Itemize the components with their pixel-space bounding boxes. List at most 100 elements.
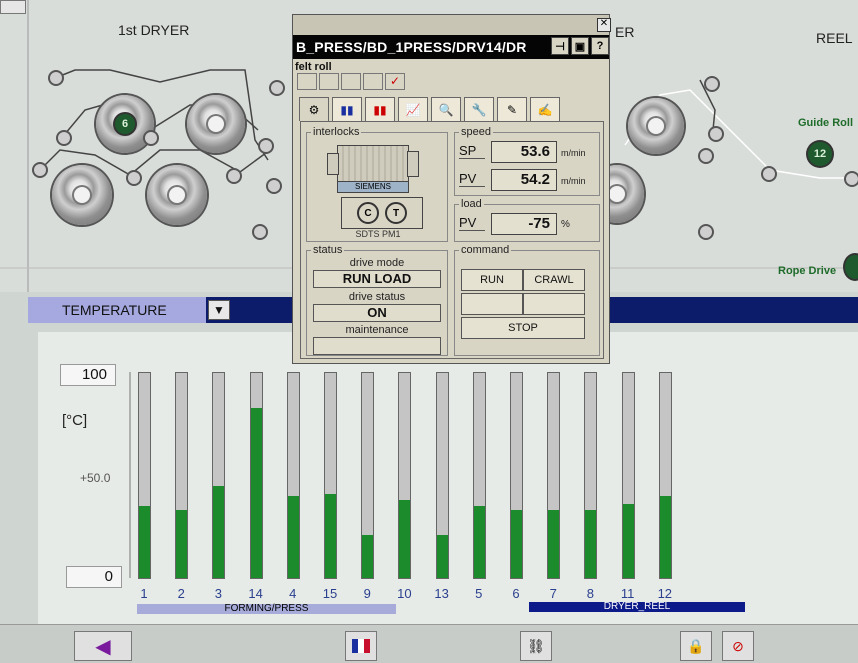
drive-status-label: drive status bbox=[348, 291, 406, 303]
temperature-bar[interactable] bbox=[547, 372, 561, 579]
felt-roll bbox=[268, 180, 280, 192]
felt-roll-slot bbox=[319, 73, 339, 90]
lock-button[interactable]: 🔒 bbox=[680, 631, 712, 661]
temperature-bar[interactable] bbox=[138, 372, 151, 579]
temperature-bar-fill bbox=[436, 534, 448, 578]
dropdown-arrow-icon[interactable]: ▼ bbox=[208, 300, 230, 320]
temperature-selector[interactable]: TEMPERATURE bbox=[28, 297, 206, 323]
unlock-disabled-icon: ⊘ bbox=[732, 637, 744, 654]
temperature-bar-fill bbox=[511, 510, 522, 578]
temperature-bar-fill bbox=[659, 496, 671, 578]
help-icon[interactable]: ? bbox=[591, 37, 609, 55]
x-tick-label: 6 bbox=[512, 586, 520, 601]
felt-roll bbox=[763, 168, 775, 180]
tab-overview-icon[interactable]: ⚙ bbox=[299, 97, 329, 121]
network-button[interactable]: ⛓ bbox=[520, 631, 552, 661]
temperature-bar-fill bbox=[176, 510, 188, 578]
network-icon: ⛓ bbox=[527, 637, 545, 654]
interlocks-label: interlocks bbox=[311, 126, 362, 138]
coupling-icon: C bbox=[357, 202, 379, 224]
dryer-roll[interactable]: 6 bbox=[96, 95, 154, 153]
pin-icon[interactable]: ⊣ bbox=[551, 37, 569, 55]
dryer-roll[interactable] bbox=[628, 98, 684, 154]
bar-area: 1 2 3 14 4 15 9 10 13 5 6 7 8 11 12 bbox=[38, 332, 858, 624]
torque-icon: T bbox=[385, 202, 407, 224]
close-icon[interactable]: ✕ bbox=[597, 18, 611, 32]
command-label: command bbox=[459, 244, 512, 256]
dryer-roll[interactable] bbox=[187, 95, 245, 153]
temperature-bar[interactable] bbox=[212, 372, 226, 579]
speed-label: speed bbox=[459, 126, 493, 138]
screen-select-button[interactable] bbox=[345, 631, 377, 661]
group-label-forming-press: FORMING/PRESS bbox=[137, 604, 396, 614]
tab-levels-icon[interactable]: ▮▮ bbox=[365, 97, 395, 121]
temperature-bar[interactable] bbox=[398, 372, 412, 579]
temperature-bar[interactable] bbox=[584, 372, 598, 579]
temperature-bar-fill bbox=[622, 504, 634, 578]
felt-roll bbox=[58, 132, 70, 144]
status-label: status bbox=[311, 244, 345, 256]
x-tick-label: 8 bbox=[586, 586, 594, 601]
tab-notes-icon[interactable]: ✎ bbox=[497, 97, 527, 121]
temperature-bar[interactable] bbox=[361, 372, 375, 579]
speed-pv-unit: m/min bbox=[561, 176, 586, 186]
tab-trend-bars-icon[interactable]: ▮▮ bbox=[332, 97, 362, 121]
temperature-bar[interactable] bbox=[249, 372, 263, 579]
load-unit: % bbox=[561, 219, 570, 230]
faceplate-titlebar[interactable] bbox=[293, 15, 609, 35]
felt-roll bbox=[50, 72, 62, 84]
drive-status-value: ON bbox=[313, 304, 441, 322]
temperature-bar[interactable] bbox=[286, 372, 300, 579]
unlock-button[interactable]: ⊘ bbox=[722, 631, 754, 661]
dryer-roll[interactable] bbox=[147, 165, 207, 225]
corner-button[interactable] bbox=[0, 0, 26, 14]
tab-chart-icon[interactable]: 📈 bbox=[398, 97, 428, 121]
command-group: command RUN CRAWL STOP bbox=[454, 244, 600, 356]
temperature-bar[interactable] bbox=[175, 372, 189, 579]
group-label-dryer-reel: DRYER_REEL bbox=[529, 602, 745, 612]
rope-drive-label: Rope Drive bbox=[778, 265, 837, 277]
command-blank-button[interactable] bbox=[461, 293, 523, 315]
speed-group: speed SP 53.6 m/min PV 54.2 m/min bbox=[454, 126, 600, 196]
felt-roll bbox=[128, 172, 140, 184]
rope-drive-indicator[interactable] bbox=[845, 255, 858, 279]
temperature-bar[interactable] bbox=[510, 372, 523, 579]
tab-search-icon[interactable]: 🔍 bbox=[431, 97, 461, 121]
felt-roll-slot bbox=[363, 73, 383, 90]
tab-tools-icon[interactable]: 🔧 bbox=[464, 97, 494, 121]
temperature-bar[interactable] bbox=[621, 372, 635, 579]
dryer-roll[interactable] bbox=[52, 165, 112, 225]
stop-button[interactable]: STOP bbox=[461, 317, 585, 339]
temperature-bar[interactable] bbox=[472, 372, 486, 579]
x-tick-label: 13 bbox=[434, 586, 449, 601]
run-button[interactable]: RUN bbox=[461, 269, 523, 291]
x-tick-label: 10 bbox=[397, 586, 412, 601]
temperature-bar[interactable] bbox=[324, 372, 337, 579]
guide-roll-number[interactable]: 12 bbox=[808, 142, 832, 166]
interlocks-group: interlocks SIEMENS C T SDTS PM1 bbox=[306, 126, 448, 242]
guide-roll-label: Guide Roll bbox=[798, 117, 853, 129]
tab-sign-icon[interactable]: ✍ bbox=[530, 97, 560, 121]
temperature-bar-fill bbox=[287, 496, 299, 578]
temperature-bar-fill bbox=[250, 407, 262, 578]
command-blank-button[interactable] bbox=[523, 293, 585, 315]
back-button[interactable]: ◀ bbox=[74, 631, 132, 661]
x-tick-label: 7 bbox=[549, 586, 557, 601]
maintenance-value bbox=[313, 337, 441, 355]
window-icon[interactable]: ▣ bbox=[571, 37, 589, 55]
temperature-bar[interactable] bbox=[435, 372, 449, 579]
drive-unit-box: C T bbox=[341, 197, 423, 229]
x-tick-label: 4 bbox=[289, 586, 297, 601]
x-tick-label: 11 bbox=[620, 586, 635, 601]
x-tick-label: 5 bbox=[475, 586, 483, 601]
crawl-button[interactable]: CRAWL bbox=[523, 269, 585, 291]
x-tick-label: 12 bbox=[657, 586, 673, 601]
sp-value[interactable]: 53.6 bbox=[491, 141, 557, 163]
motor-brand: SIEMENS bbox=[337, 181, 409, 193]
temperature-bar-fill bbox=[548, 510, 560, 578]
checkmark-icon[interactable]: ✓ bbox=[385, 73, 405, 90]
x-tick-label: 2 bbox=[177, 586, 185, 601]
x-tick-label: 9 bbox=[363, 586, 371, 601]
temperature-bar[interactable] bbox=[658, 372, 672, 579]
felt-roll bbox=[700, 226, 712, 238]
